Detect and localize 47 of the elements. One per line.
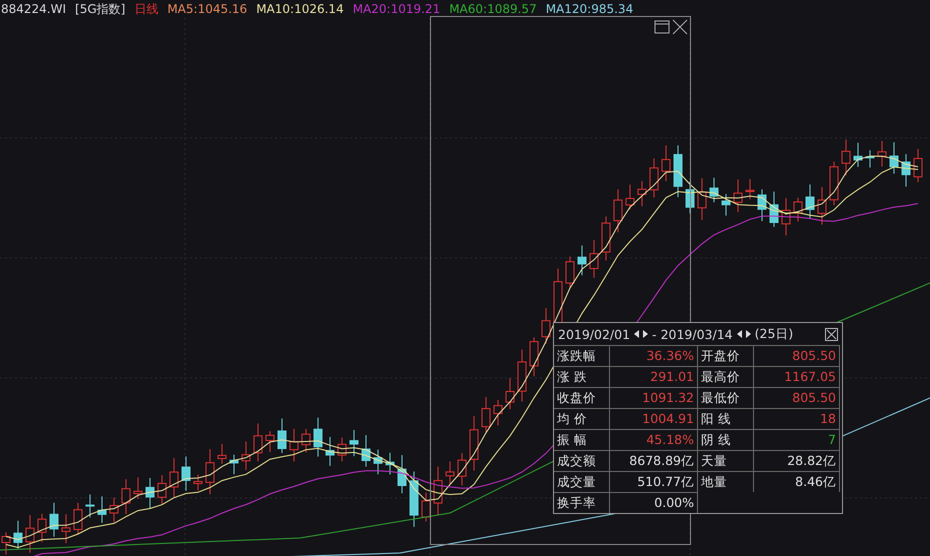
- legend-label: MA60:1089.57: [449, 2, 537, 16]
- stat-label: 成交量: [554, 471, 610, 492]
- stat-value: 8.46亿: [754, 471, 840, 492]
- stat-value: 36.36%: [610, 345, 698, 366]
- stat-value: 1167.05: [754, 366, 840, 387]
- stat-value: 8678.89亿: [610, 450, 698, 471]
- end-date: 2019/03/14: [660, 326, 733, 342]
- stat-label: 最低价: [698, 387, 754, 408]
- stat-label: 成交额: [554, 450, 610, 471]
- window-icon[interactable]: [654, 19, 670, 35]
- arrows-icon[interactable]: [736, 330, 751, 338]
- stat-value: 291.01: [610, 366, 698, 387]
- stat-label: 涨跌幅: [554, 345, 610, 366]
- legend-label: MA120:985.34: [546, 2, 634, 16]
- stat-label: 阴 线: [698, 429, 754, 450]
- legend-label: 日线: [134, 0, 158, 18]
- stat-label: 最高价: [698, 366, 754, 387]
- legend-label: MA10:1026.14: [256, 2, 344, 16]
- stat-label: 地量: [698, 471, 754, 492]
- stat-label: 收盘价: [554, 387, 610, 408]
- stat-value: 7: [754, 429, 840, 450]
- stat-value: 805.50: [754, 345, 840, 366]
- stat-label: 换手率: [554, 492, 610, 513]
- day-count: (25日): [754, 326, 794, 342]
- close-icon[interactable]: [672, 19, 688, 35]
- stat-label: 天量: [698, 450, 754, 471]
- close-icon[interactable]: [825, 328, 838, 340]
- stat-label: 开盘价: [698, 345, 754, 366]
- legend-label: MA20:1019.21: [352, 2, 440, 16]
- stat-value: 805.50: [754, 387, 840, 408]
- legend-label: 884224.WI: [1, 2, 66, 16]
- date-separator: -: [652, 326, 657, 342]
- start-date: 2019/02/01: [558, 326, 630, 342]
- stat-value: 1091.32: [610, 387, 698, 408]
- stat-label: 均 价: [554, 408, 610, 429]
- legend-label: MA5:1045.16: [167, 2, 248, 16]
- stat-label: 振 幅: [554, 429, 610, 450]
- stat-value: 510.77亿: [610, 471, 698, 492]
- stat-value: 45.18%: [610, 429, 698, 450]
- stat-value: 1004.91: [610, 408, 698, 429]
- stat-value: 18: [754, 408, 840, 429]
- stat-value: 0.00%: [610, 492, 698, 513]
- legend-label: [5G指数]: [75, 0, 126, 18]
- stat-label: 涨 跌: [554, 366, 610, 387]
- stat-label: 阳 线: [698, 408, 754, 429]
- arrows-icon[interactable]: [634, 330, 648, 338]
- stat-value: 28.82亿: [754, 450, 840, 471]
